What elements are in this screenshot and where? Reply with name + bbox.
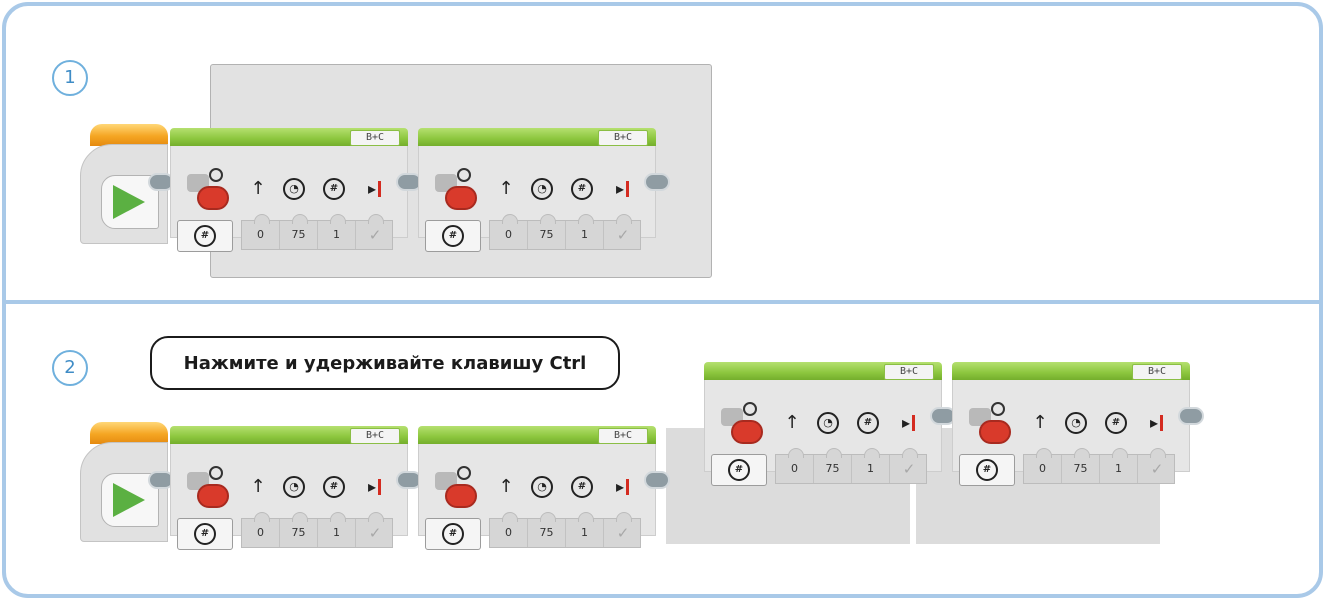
mode-selector-button[interactable]: # [711, 454, 767, 486]
brake-icon: ▸ [895, 412, 917, 434]
speedometer-icon: ◔ [531, 476, 553, 498]
up-arrow-icon: ↑ [498, 476, 514, 497]
dragged-move-steering-block[interactable]: B+C ↑ ◔ # ▸ # 0 75 1 ✓ [704, 362, 942, 486]
power-input[interactable]: 75 [280, 519, 318, 547]
up-arrow-icon: ↑ [1032, 412, 1048, 433]
rotations-icon: # [1105, 412, 1127, 434]
param-strip: 0 75 1 ✓ [775, 448, 928, 484]
step-2-panel: 2 Нажмите и удерживайте клавишу Ctrl B+C… [2, 300, 1323, 598]
steering-wheel-icon [209, 466, 223, 480]
param-strip: 0 75 1 ✓ [241, 214, 394, 250]
brake-icon: ▸ [1143, 412, 1165, 434]
param-strip: 0 75 1 ✓ [241, 512, 394, 548]
port-selector[interactable]: B+C [350, 130, 400, 146]
brake-icon: ▸ [609, 178, 631, 200]
play-icon [113, 483, 145, 517]
rotations-icon: # [571, 476, 593, 498]
mode-selector-button[interactable]: # [177, 518, 233, 550]
steering-wheel-icon [457, 466, 471, 480]
brake-icon: ▸ [361, 476, 383, 498]
speedometer-icon: ◔ [1065, 412, 1087, 434]
up-arrow-icon: ↑ [250, 178, 266, 199]
move-steering-block[interactable]: B+C ↑ ◔ # ▸ # 0 75 1 ✓ [418, 426, 656, 550]
brake-toggle[interactable]: ✓ [604, 519, 642, 547]
port-selector[interactable]: B+C [350, 428, 400, 444]
power-input[interactable]: 75 [528, 519, 566, 547]
steering-wheel-icon [457, 168, 471, 182]
mode-selector-button[interactable]: # [177, 220, 233, 252]
step-2-number: 2 [52, 350, 88, 386]
rotations-input[interactable]: 1 [566, 519, 604, 547]
rotations-icon: # [323, 178, 345, 200]
dragged-move-steering-block[interactable]: B+C ↑ ◔ # ▸ # 0 75 1 ✓ [952, 362, 1190, 486]
brake-toggle[interactable]: ✓ [604, 221, 642, 249]
port-selector[interactable]: B+C [1132, 364, 1182, 380]
move-steering-block[interactable]: B+C ↑ ◔ # ▸ # 0 75 1 ✓ [418, 128, 656, 252]
steering-input[interactable]: 0 [490, 221, 528, 249]
connector [644, 173, 670, 191]
mode-rotations-icon: # [728, 459, 750, 481]
rotations-input[interactable]: 1 [566, 221, 604, 249]
steering-input[interactable]: 0 [776, 455, 814, 483]
rotations-icon: # [571, 178, 593, 200]
mode-rotations-icon: # [442, 523, 464, 545]
mode-rotations-icon: # [194, 523, 216, 545]
steering-wheel-icon [991, 402, 1005, 416]
port-selector[interactable]: B+C [884, 364, 934, 380]
rotations-input[interactable]: 1 [1100, 455, 1138, 483]
mode-selector-button[interactable]: # [425, 220, 481, 252]
mode-selector-button[interactable]: # [425, 518, 481, 550]
steering-input[interactable]: 0 [490, 519, 528, 547]
param-strip: 0 75 1 ✓ [1023, 448, 1176, 484]
mode-rotations-icon: # [976, 459, 998, 481]
power-input[interactable]: 75 [280, 221, 318, 249]
brake-toggle[interactable]: ✓ [356, 519, 394, 547]
mode-rotations-icon: # [442, 225, 464, 247]
steering-wheel-icon [209, 168, 223, 182]
steering-input[interactable]: 0 [242, 519, 280, 547]
brake-toggle[interactable]: ✓ [356, 221, 394, 249]
step-1-number: 1 [52, 60, 88, 96]
instruction-callout: Нажмите и удерживайте клавишу Ctrl [150, 336, 620, 390]
connector [1178, 407, 1204, 425]
step-1-panel: 1 B+C ↑ ◔ # ▸ # 0 75 1 ✓ B+C ↑ ◔ # ▸ # 0… [2, 2, 1323, 304]
mode-rotations-icon: # [194, 225, 216, 247]
rotations-input[interactable]: 1 [318, 519, 356, 547]
up-arrow-icon: ↑ [250, 476, 266, 497]
brake-icon: ▸ [361, 178, 383, 200]
up-arrow-icon: ↑ [498, 178, 514, 199]
rotations-input[interactable]: 1 [852, 455, 890, 483]
param-strip: 0 75 1 ✓ [489, 512, 642, 548]
connector [644, 471, 670, 489]
speedometer-icon: ◔ [531, 178, 553, 200]
steering-input[interactable]: 0 [1024, 455, 1062, 483]
move-steering-block[interactable]: B+C ↑ ◔ # ▸ # 0 75 1 ✓ [170, 128, 408, 252]
rotations-icon: # [857, 412, 879, 434]
brake-toggle[interactable]: ✓ [1138, 455, 1176, 483]
rotations-input[interactable]: 1 [318, 221, 356, 249]
start-block-header [90, 422, 168, 444]
rotations-icon: # [323, 476, 345, 498]
param-strip: 0 75 1 ✓ [489, 214, 642, 250]
up-arrow-icon: ↑ [784, 412, 800, 433]
play-icon [113, 185, 145, 219]
speedometer-icon: ◔ [817, 412, 839, 434]
mode-selector-button[interactable]: # [959, 454, 1015, 486]
steering-wheel-icon [743, 402, 757, 416]
brake-toggle[interactable]: ✓ [890, 455, 928, 483]
brake-icon: ▸ [609, 476, 631, 498]
port-selector[interactable]: B+C [598, 130, 648, 146]
power-input[interactable]: 75 [1062, 455, 1100, 483]
power-input[interactable]: 75 [814, 455, 852, 483]
port-selector[interactable]: B+C [598, 428, 648, 444]
move-steering-block[interactable]: B+C ↑ ◔ # ▸ # 0 75 1 ✓ [170, 426, 408, 550]
speedometer-icon: ◔ [283, 178, 305, 200]
start-block-header [90, 124, 168, 146]
speedometer-icon: ◔ [283, 476, 305, 498]
steering-input[interactable]: 0 [242, 221, 280, 249]
power-input[interactable]: 75 [528, 221, 566, 249]
